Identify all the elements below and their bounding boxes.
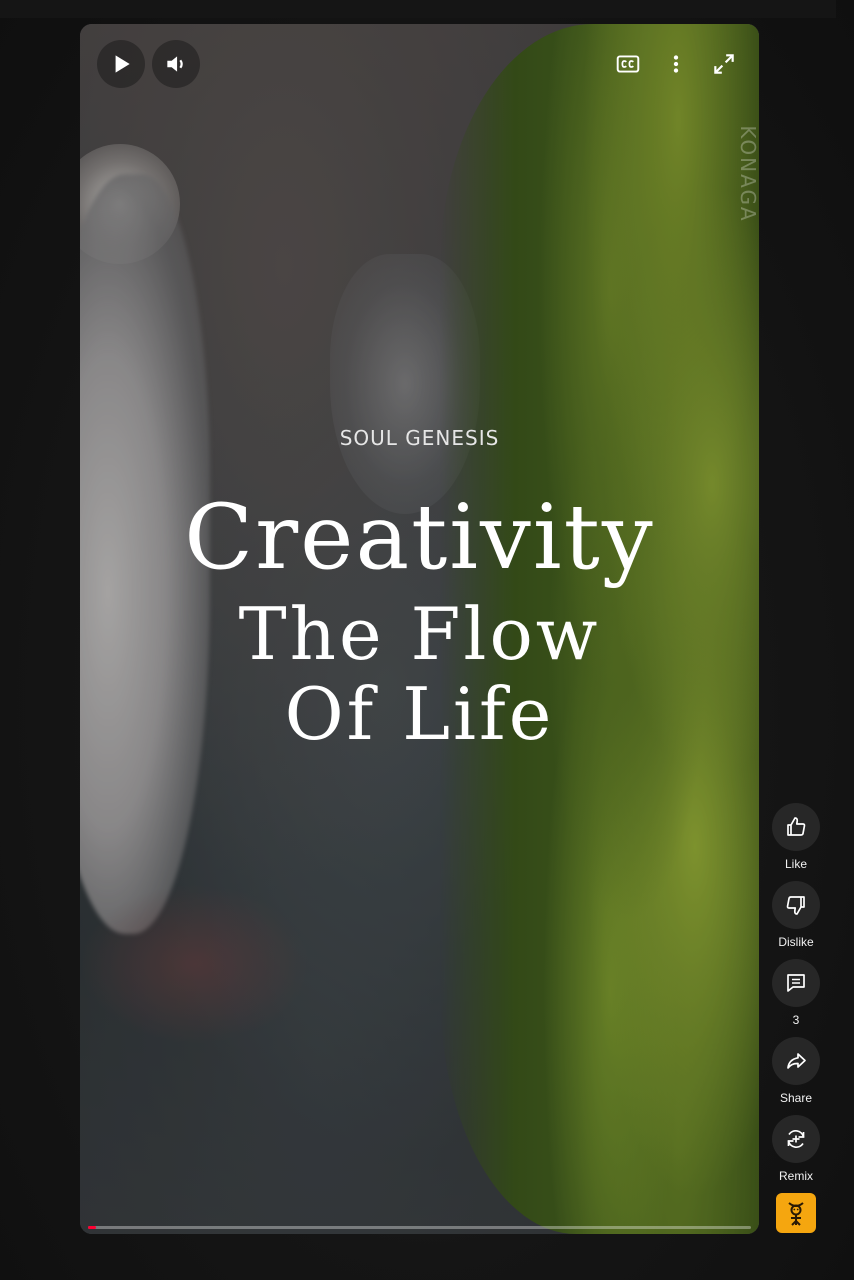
overlay-title-line3: Of Life bbox=[284, 672, 555, 756]
top-bar bbox=[0, 0, 836, 18]
closed-captions-icon bbox=[616, 55, 640, 73]
remix-button[interactable] bbox=[772, 1115, 820, 1163]
thumbs-up-icon bbox=[787, 817, 806, 836]
share-button[interactable] bbox=[772, 1037, 820, 1085]
progress-bar[interactable] bbox=[88, 1226, 751, 1229]
video-player[interactable]: KONAGA SOUL GENESIS Creativity The Flow … bbox=[80, 24, 759, 1234]
play-icon bbox=[115, 55, 130, 73]
play-button[interactable] bbox=[97, 40, 145, 88]
captions-button[interactable] bbox=[604, 40, 652, 88]
fullscreen-button[interactable] bbox=[700, 40, 748, 88]
overlay-subtitle: SOUL GENESIS bbox=[339, 426, 500, 450]
thumbs-down-icon bbox=[786, 896, 805, 915]
comment-icon bbox=[787, 974, 805, 992]
shorts-page: KONAGA SOUL GENESIS Creativity The Flow … bbox=[0, 0, 854, 1280]
channel-avatar[interactable] bbox=[776, 1193, 816, 1233]
progress-bar-fill bbox=[88, 1226, 96, 1229]
like-action: Like bbox=[772, 803, 820, 871]
comments-button[interactable] bbox=[772, 959, 820, 1007]
video-watermark: KONAGA bbox=[736, 125, 759, 223]
remix-icon bbox=[787, 1130, 805, 1148]
volume-icon bbox=[167, 56, 183, 72]
dislike-action: Dislike bbox=[772, 881, 820, 949]
volume-button[interactable] bbox=[152, 40, 200, 88]
fullscreen-icon bbox=[714, 54, 734, 74]
remix-action: Remix bbox=[772, 1115, 820, 1183]
dislike-label: Dislike bbox=[778, 935, 814, 949]
more-vertical-icon bbox=[673, 55, 679, 73]
comments-action: 3 bbox=[772, 959, 820, 1027]
overlay-title-line2: The Flow bbox=[238, 592, 601, 676]
channel-logo-icon bbox=[788, 1202, 804, 1226]
like-label: Like bbox=[784, 857, 807, 871]
comments-count: 3 bbox=[792, 1013, 800, 1027]
share-action: Share bbox=[772, 1037, 820, 1105]
remix-label: Remix bbox=[778, 1169, 813, 1183]
like-button[interactable] bbox=[772, 803, 820, 851]
dislike-button[interactable] bbox=[772, 881, 820, 929]
action-bar: Like Dislike 3 Share Remix bbox=[772, 803, 820, 1193]
overlay-title: Creativity The Flow Of Life bbox=[80, 482, 759, 754]
overlay-title-line1: Creativity bbox=[184, 485, 655, 590]
share-icon bbox=[787, 1053, 806, 1069]
more-options-button[interactable] bbox=[652, 40, 700, 88]
share-label: Share bbox=[779, 1091, 813, 1105]
